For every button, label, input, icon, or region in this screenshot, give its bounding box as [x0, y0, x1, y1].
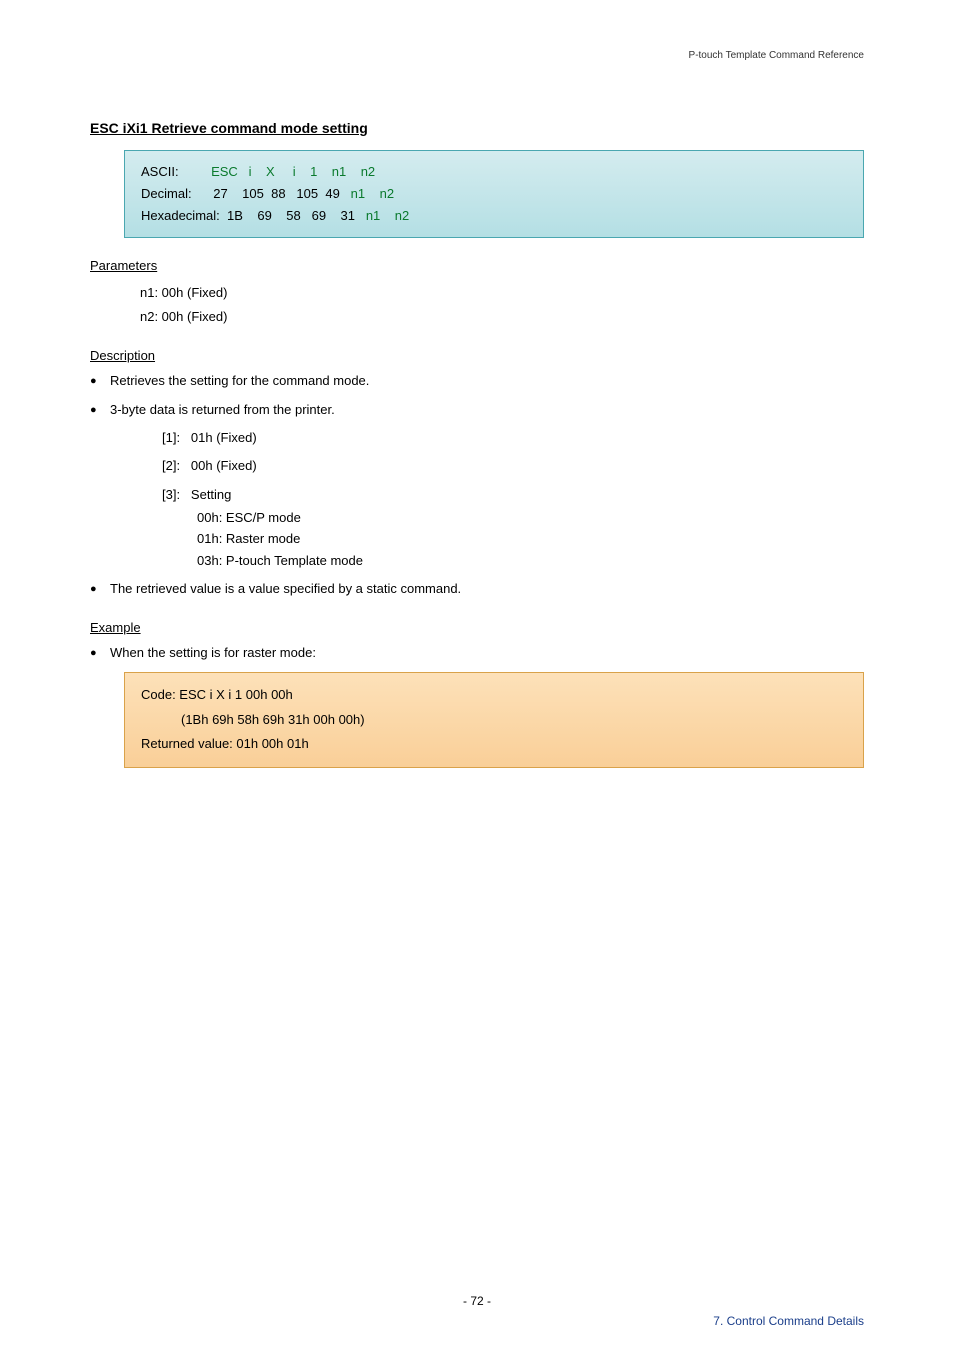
desc-bullet: The retrieved value is a value specified…: [90, 579, 864, 600]
example-line: Code: ESC i X i 1 00h 00h: [141, 683, 847, 708]
desc-sub-label: [3]:: [162, 487, 180, 502]
code-row-hex: Hexadecimal: 1B 69 58 69 31 n1 n2: [141, 205, 847, 227]
param-line: n2: 00h (Fixed): [140, 305, 864, 328]
parameters-heading: Parameters: [90, 258, 864, 273]
code-row-ascii: ASCII: ESC i X i 1 n1 n2: [141, 161, 847, 183]
desc-sub-label: [2]:: [162, 458, 180, 473]
desc-sub-label: [1]:: [162, 430, 180, 445]
desc-bullet: 3-byte data is returned from the printer…: [90, 400, 864, 571]
desc-bullet: Retrieves the setting for the command mo…: [90, 371, 864, 392]
code-label: ASCII:: [141, 164, 179, 179]
example-heading: Example: [90, 620, 864, 635]
footer: - 72 - 7. Control Command Details: [0, 1294, 954, 1308]
example-box: Code: ESC i X i 1 00h 00h (1Bh 69h 58h 6…: [124, 672, 864, 768]
example-line: Returned value: 01h 00h 01h: [141, 732, 847, 757]
desc-sub-text: 01h (Fixed): [191, 430, 257, 445]
desc-sub-text: 00h (Fixed): [191, 458, 257, 473]
page-number: - 72 -: [90, 1294, 864, 1308]
doc-header-title: P-touch Template Command Reference: [689, 50, 864, 61]
code-label: Decimal:: [141, 186, 192, 201]
code-table: ASCII: ESC i X i 1 n1 n2 Decimal: 27 105…: [124, 150, 864, 238]
code-row-decimal: Decimal: 27 105 88 105 49 n1 n2: [141, 183, 847, 205]
desc-sub-inner-line: 03h: P-touch Template mode: [197, 550, 864, 571]
example-bullet: When the setting is for raster mode:: [90, 643, 864, 664]
description-heading: Description: [90, 348, 864, 363]
example-line: (1Bh 69h 58h 69h 31h 00h 00h): [181, 708, 847, 733]
code-label: Hexadecimal:: [141, 208, 220, 223]
footer-section: 7. Control Command Details: [713, 1314, 864, 1328]
desc-sub-inner-line: 01h: Raster mode: [197, 528, 864, 549]
param-line: n1: 00h (Fixed): [140, 281, 864, 304]
desc-sub-text: Setting: [191, 487, 231, 502]
section-title: ESC iXi1 Retrieve command mode setting: [90, 120, 864, 136]
desc-sub-inner-line: 00h: ESC/P mode: [197, 507, 864, 528]
